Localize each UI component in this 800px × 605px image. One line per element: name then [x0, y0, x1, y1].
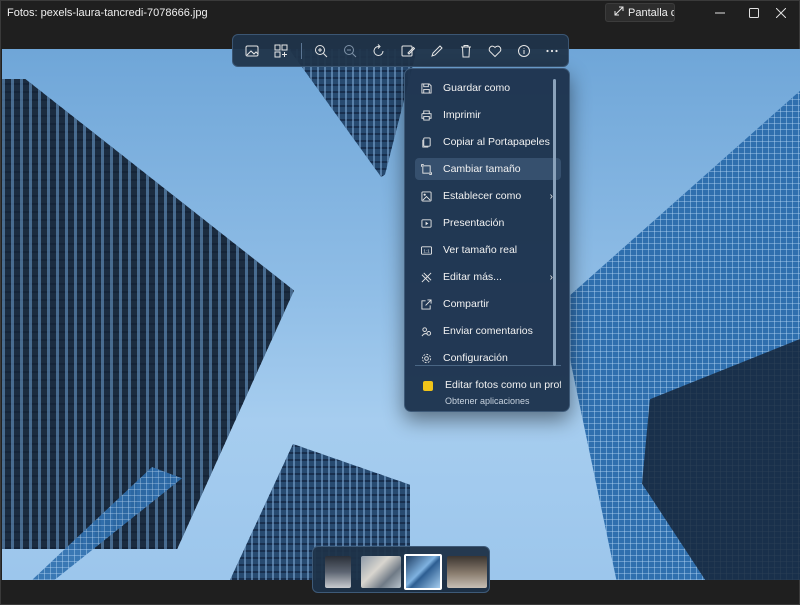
menu-item-edit-more[interactable]: Editar más... › [415, 266, 561, 288]
menu-item-actual-size[interactable]: 1:1 Ver tamaño real [415, 239, 561, 261]
menu-item-label: Copiar al Portapapeles [443, 136, 550, 148]
menu-item-label: Editar más... [443, 271, 502, 283]
photos-window: Fotos: pexels-laura-tancredi-7078666.jpg… [0, 0, 800, 605]
zoom-out-button[interactable] [337, 37, 364, 65]
collection-icon [274, 44, 288, 57]
menu-promo-item[interactable]: Editar fotos como un profe Obtener aplic… [415, 375, 561, 409]
zoom-out-icon [344, 44, 357, 57]
share-icon [415, 298, 437, 310]
svg-text:1:1: 1:1 [423, 248, 430, 253]
rotate-button[interactable] [366, 37, 393, 65]
info-icon [517, 44, 530, 57]
save-icon [415, 82, 437, 94]
delete-icon [460, 44, 471, 57]
menu-item-slideshow[interactable]: Presentación [415, 212, 561, 234]
menu-item-label: Presentación [443, 217, 505, 229]
menu-item-label: Enviar comentarios [443, 325, 533, 337]
zoom-in-icon [315, 44, 328, 57]
minimize-button[interactable] [704, 1, 736, 25]
copy-icon [415, 136, 437, 148]
settings-icon [415, 353, 437, 364]
close-icon [776, 8, 786, 18]
menu-item-label: Ver tamaño real [443, 244, 518, 256]
building-top [289, 49, 417, 177]
image-toolbar [232, 34, 569, 67]
favorite-icon [488, 45, 501, 57]
thumbnail-room-interior[interactable] [447, 556, 487, 588]
add-to-collection-button[interactable] [268, 37, 295, 65]
edit-more-icon [415, 272, 437, 283]
menu-item-resize[interactable]: Cambiar tamaño [415, 158, 561, 180]
view-image-button[interactable] [239, 37, 266, 65]
feedback-icon [415, 326, 437, 337]
menu-scrollbar[interactable] [553, 79, 556, 366]
store-icon [423, 381, 433, 391]
fullscreen-button[interactable]: Pantalla co [605, 3, 675, 22]
thumbnail-skyscrapers-current[interactable] [404, 554, 442, 590]
menu-item-label: Compartir [443, 298, 490, 310]
print-icon [415, 109, 437, 121]
menu-item-label: Guardar como [443, 82, 511, 94]
favorite-button[interactable] [481, 37, 508, 65]
window-title: Fotos: pexels-laura-tancredi-7078666.jpg [7, 7, 208, 19]
minimize-icon [715, 12, 725, 14]
menu-item-label: Cambiar tamaño [443, 163, 521, 175]
thumbnail-street-scene[interactable] [361, 556, 401, 588]
resize-icon [415, 163, 437, 175]
close-button[interactable] [765, 1, 797, 25]
menu-item-save-as[interactable]: Guardar como [415, 77, 561, 99]
menu-item-set-as[interactable]: Establecer como › [415, 185, 561, 207]
menu-item-label: Imprimir [443, 109, 481, 121]
edit-image-icon [401, 45, 415, 56]
toolbar-separator [300, 42, 302, 59]
edit-image-button[interactable] [395, 37, 422, 65]
more-options-menu: Guardar como Imprimir Copiar al Portapap… [404, 68, 570, 412]
menu-item-feedback[interactable]: Enviar comentarios [415, 320, 561, 342]
actual-size-icon: 1:1 [415, 245, 437, 256]
photo-canvas[interactable] [2, 49, 800, 580]
draw-icon [431, 44, 443, 57]
set-as-icon [415, 190, 437, 202]
menu-item-label: Configuración [443, 352, 508, 364]
menu-item-share[interactable]: Compartir [415, 293, 561, 315]
promo-title: Editar fotos como un profe [445, 379, 561, 391]
draw-button[interactable] [423, 37, 450, 65]
more-options-button[interactable] [539, 37, 566, 65]
menu-item-copy[interactable]: Copiar al Portapapeles [415, 131, 561, 153]
promo-subtitle: Obtener aplicaciones [445, 396, 530, 406]
more-icon [546, 49, 559, 52]
zoom-in-button[interactable] [308, 37, 335, 65]
filmstrip [312, 546, 490, 593]
menu-item-print[interactable]: Imprimir [415, 104, 561, 126]
menu-separator [415, 365, 561, 366]
slideshow-icon [415, 218, 437, 229]
info-button[interactable] [510, 37, 537, 65]
delete-button[interactable] [452, 37, 479, 65]
expand-icon [614, 6, 624, 19]
fullscreen-label: Pantalla co [628, 6, 674, 19]
thumbnail-office-interior[interactable] [325, 556, 351, 588]
rotate-icon [373, 43, 384, 56]
menu-item-label: Establecer como [443, 190, 522, 202]
maximize-icon [749, 8, 759, 18]
image-icon [245, 45, 259, 56]
